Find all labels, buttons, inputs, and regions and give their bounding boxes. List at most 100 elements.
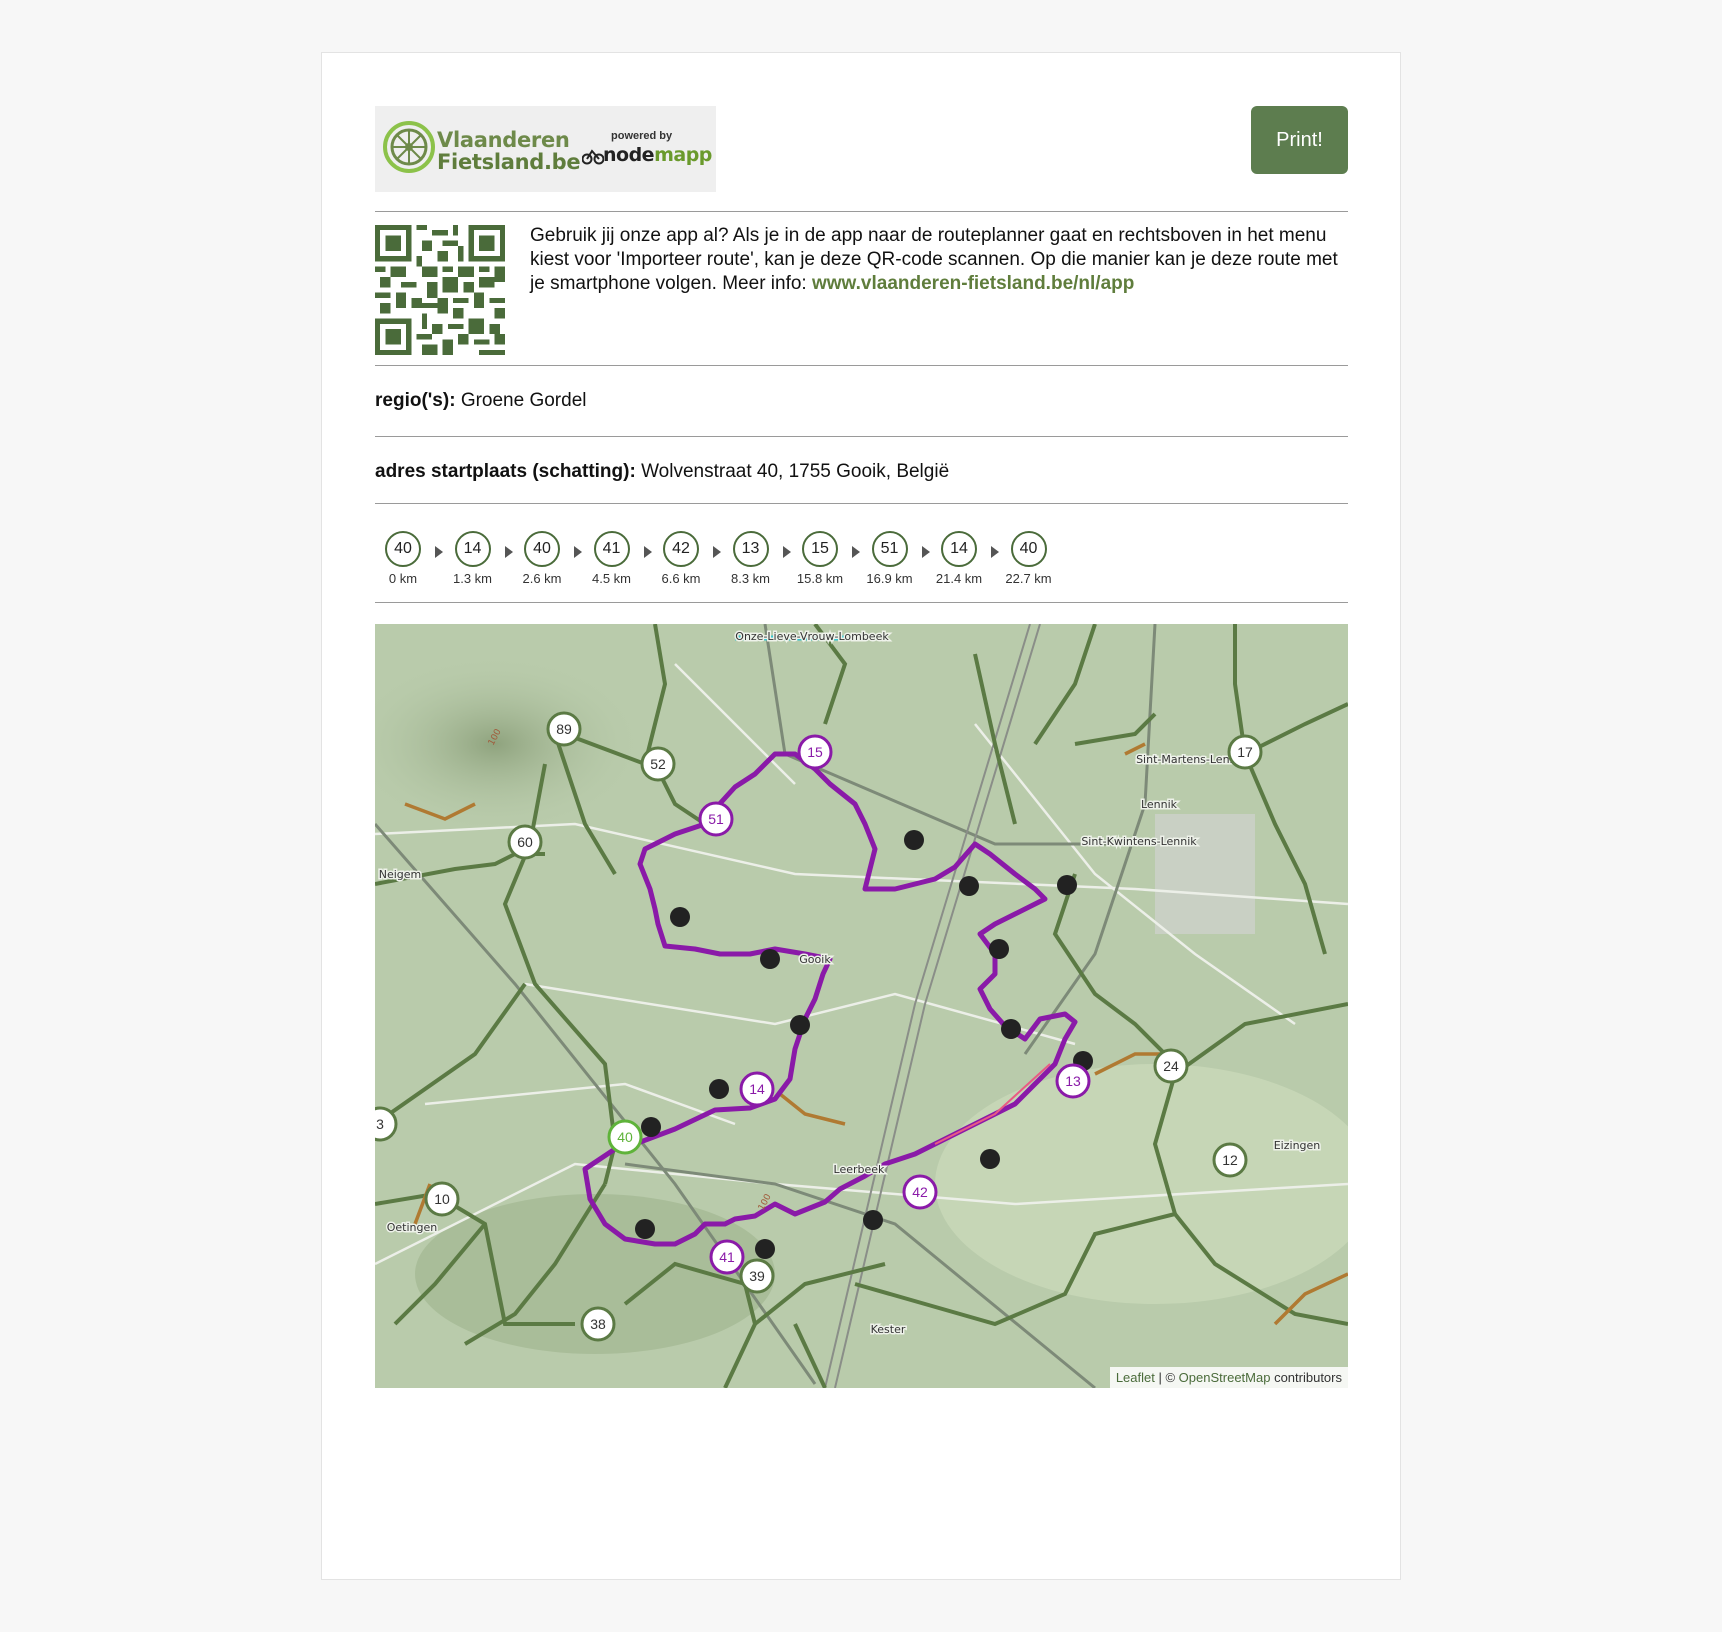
route-map[interactable]: Onze-Lieve-Vrouw-Lombeek Sint-Martens-Len… [375,624,1348,1388]
print-sheet: Vlaanderen Fietsland.be powered by nodem… [321,52,1401,1580]
network-node-marker[interactable]: 60 [507,824,543,860]
svg-text:24: 24 [1163,1058,1179,1074]
network-node-marker[interactable]: 89 [546,711,582,747]
svg-text:60: 60 [517,834,533,850]
route-node-number: 14 [454,531,491,567]
route-node-distance: 2.6 km [522,571,562,586]
place-label: Lennik [1141,798,1178,811]
route-node-distance: 6.6 km [661,571,701,586]
svg-text:13: 13 [1065,1073,1081,1089]
start-node-marker[interactable]: 40 [607,1119,643,1155]
network-node-marker[interactable]: 17 [1227,734,1263,770]
network-node-marker[interactable]: 38 [580,1306,616,1342]
route-node-number: 14 [941,531,977,567]
attribution-sep: | © [1154,1370,1179,1385]
svg-text:15: 15 [807,744,823,760]
logo: Vlaanderen Fietsland.be powered by nodem… [375,106,716,192]
powered-by-label: powered by [611,130,673,142]
route-node-marker[interactable]: 42 [902,1174,938,1210]
network-node-marker[interactable]: 39 [739,1258,775,1294]
qr-section: Gebruik jij onze app al? Als je in de ap… [375,212,1348,365]
route-node-marker[interactable]: 14 [739,1071,775,1107]
nodemapp-brand: nodemapp [603,144,712,166]
route-node-item: 40 22.7 km [999,531,1059,586]
route-node-item: 14 21.4 km [929,531,989,586]
place-label: Onze-Lieve-Vrouw-Lombeek [735,630,889,643]
svg-text:10: 10 [434,1191,450,1207]
leaflet-link[interactable]: Leaflet [1116,1370,1155,1385]
route-node-marker[interactable]: 51 [698,801,734,837]
print-button[interactable]: Print! [1251,106,1348,174]
network-node-marker[interactable]: 12 [1212,1142,1248,1178]
route-node-distance: 16.9 km [866,571,913,586]
svg-text:40: 40 [617,1129,633,1145]
svg-text:17: 17 [1237,744,1253,760]
map-canvas[interactable]: Onze-Lieve-Vrouw-LombeekSint-Martens-Len… [375,624,1348,1388]
route-node-marker[interactable]: 41 [709,1239,745,1275]
route-node-item: 15 15.8 km [790,531,850,586]
route-node-number: 40 [385,531,421,567]
route-node-list: 40 0 km 14 1.3 km 40 2.6 km 41 4.5 km 42 6.6 km 13… [375,504,1348,602]
place-label: Gooik [799,953,831,966]
region-value: Groene Gordel [460,390,587,411]
route-node-number: 15 [802,531,838,567]
place-label: Oetingen [387,1221,438,1234]
svg-text:51: 51 [708,811,724,827]
place-label: Sint-Kwintens-Lennik [1081,835,1197,848]
route-node-item: 41 4.5 km [582,531,642,586]
route-node-item: 13 8.3 km [721,531,781,586]
osm-link[interactable]: OpenStreetMap [1179,1370,1271,1385]
svg-text:42: 42 [912,1184,928,1200]
bike-icon [582,149,604,165]
route-node-distance: 4.5 km [591,571,631,586]
svg-text:3: 3 [376,1116,384,1132]
content: Vlaanderen Fietsland.be powered by nodem… [375,106,1348,1388]
svg-text:14: 14 [749,1081,765,1097]
attribution-rest: contributors [1270,1370,1342,1385]
route-node-distance: 0 km [388,571,418,586]
brand-line2: Fietsland.be [437,150,581,174]
route-node-number: 42 [663,531,699,567]
brand-mapp: mapp [654,144,712,166]
network-node-marker[interactable]: 3 [375,1106,398,1142]
header: Vlaanderen Fietsland.be powered by nodem… [375,106,1348,192]
qr-code [375,225,505,355]
route-node-number: 51 [871,531,908,567]
place-label: Eizingen [1274,1139,1321,1152]
svg-text:52: 52 [650,756,666,772]
route-node-distance: 1.3 km [452,571,492,586]
bike-wheel-icon [383,121,435,173]
route-node-distance: 21.4 km [935,571,983,586]
svg-text:12: 12 [1222,1152,1238,1168]
divider [375,602,1348,603]
network-node-marker[interactable]: 10 [424,1181,460,1217]
region-row: regio('s): Groene Gordel [375,366,1348,436]
route-node-distance: 8.3 km [730,571,770,586]
network-node-marker[interactable]: 52 [640,746,676,782]
start-address-value: Wolvenstraat 40, 1755 Gooik, België [641,461,950,482]
route-node-number: 41 [593,531,630,567]
svg-text:38: 38 [590,1316,606,1332]
svg-text:41: 41 [719,1249,735,1265]
route-node-item: 40 2.6 km [512,531,572,586]
start-address-row: adres startplaats (schatting): Wolvenstr… [375,437,1348,503]
route-node-marker[interactable]: 13 [1055,1063,1091,1099]
route-node-number: 13 [732,531,769,567]
place-label: Leerbeek [834,1163,886,1176]
route-node-item: 42 6.6 km [651,531,711,586]
map-attribution: Leaflet | © OpenStreetMap contributors [1109,1367,1348,1388]
start-address-label: adres startplaats (schatting): [375,461,636,482]
route-node-marker[interactable]: 15 [797,734,833,770]
app-info-text: Gebruik jij onze app al? Als je in de ap… [530,224,1350,296]
brand-line1: Vlaanderen [437,128,570,152]
svg-text:39: 39 [749,1268,765,1284]
route-node-distance: 22.7 km [1005,571,1052,586]
brand-node: node [603,144,655,166]
route-node-number: 40 [1010,531,1047,567]
route-node-item: 40 0 km [373,531,433,586]
town-area [1155,814,1255,934]
route-node-number: 40 [524,531,560,567]
network-node-marker[interactable]: 24 [1153,1048,1189,1084]
svg-text:89: 89 [556,721,572,737]
app-info-link[interactable]: www.vlaanderen-fietsland.be/nl/app [812,273,1134,294]
